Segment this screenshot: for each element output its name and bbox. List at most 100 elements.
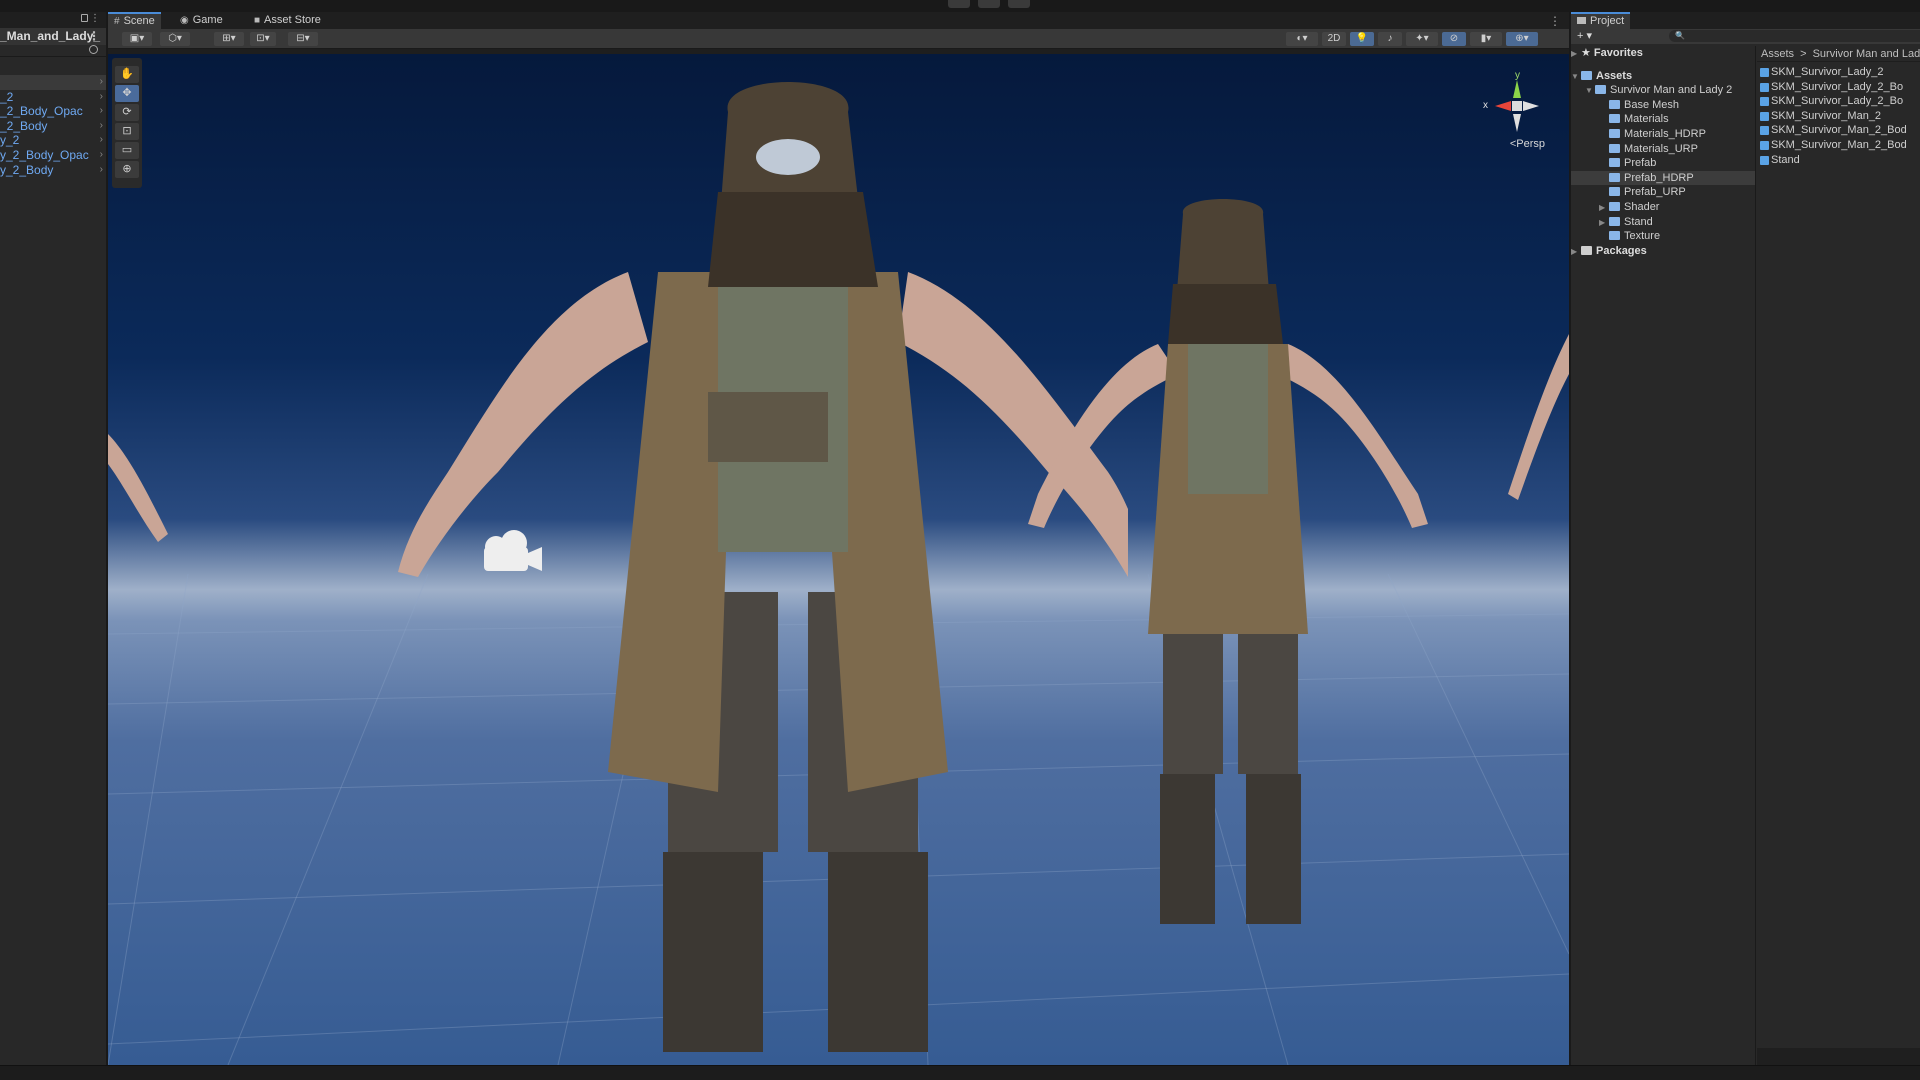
grid-toggle-dropdown[interactable]: ⊟▾ <box>288 32 318 46</box>
chevron-down-icon[interactable]: ▼ <box>1585 84 1595 99</box>
assets-folder[interactable]: ▼ Assets <box>1571 69 1755 84</box>
chevron-right-icon[interactable]: ▶ <box>1599 201 1609 216</box>
breadcrumb-current[interactable]: Survivor Man and Lad <box>1813 48 1920 60</box>
kebab-menu-icon[interactable]: ⋮ <box>90 13 100 24</box>
favorites-item[interactable]: ▶ ★ Favorites <box>1571 46 1755 61</box>
draw-mode-dropdown[interactable]: ▣▾ <box>122 32 152 46</box>
folder-icon <box>1581 70 1592 80</box>
tab-asset-store[interactable]: ■ Asset Store <box>248 12 327 29</box>
audio-toggle-icon[interactable]: ♪ <box>1378 32 1402 46</box>
folder-item[interactable]: Materials <box>1571 112 1755 127</box>
orientation-gizmo[interactable]: y x <box>1481 66 1551 166</box>
folder-item[interactable]: Texture <box>1571 229 1755 244</box>
chevron-right-icon[interactable]: › <box>100 148 103 163</box>
breadcrumb-root[interactable]: Assets <box>1761 48 1794 60</box>
neg-y-axis-cone[interactable] <box>1513 114 1521 132</box>
shading-dropdown[interactable]: ⬡▾ <box>160 32 190 46</box>
folder-item[interactable]: ▶ Shader <box>1571 200 1755 215</box>
asset-item[interactable]: SKM_Survivor_Man_2_Bod <box>1757 138 1920 153</box>
chevron-right-icon[interactable]: › <box>100 119 103 134</box>
pause-button[interactable] <box>978 0 1000 8</box>
hierarchy-search[interactable] <box>0 45 106 57</box>
folder-item[interactable]: ▶ Stand <box>1571 215 1755 230</box>
folder-label: Packages <box>1596 244 1647 257</box>
chevron-down-icon[interactable]: ▼ <box>1571 70 1581 85</box>
tab-scene[interactable]: # Scene <box>108 12 161 29</box>
kebab-menu-icon[interactable]: ⋮ <box>1549 14 1561 28</box>
tab-game[interactable]: ◉ Game <box>174 12 229 29</box>
hand-tool-icon[interactable]: ✋ <box>115 66 139 83</box>
asset-item[interactable]: SKM_Survivor_Lady_2_Bo <box>1757 80 1920 95</box>
render-mode-dropdown[interactable]: ◐▾ <box>1286 32 1318 46</box>
chevron-right-icon[interactable]: › <box>100 163 103 178</box>
projection-label[interactable]: <Persp <box>1510 138 1545 150</box>
scene-viewport[interactable]: ✋ ✥ ⟳ ⊡ ▭ ⊕ y x <Persp <box>108 54 1569 1065</box>
asset-item[interactable]: SKM_Survivor_Lady_2 <box>1757 65 1920 80</box>
asset-item[interactable]: Stand <box>1757 153 1920 168</box>
scale-tool-icon[interactable]: ⊡ <box>115 123 139 140</box>
lock-icon[interactable] <box>81 14 88 22</box>
step-button[interactable] <box>1008 0 1030 8</box>
chevron-right-icon[interactable]: ▶ <box>1599 216 1609 231</box>
toggle-2d-label: 2D <box>1327 33 1341 44</box>
chevron-right-icon[interactable]: › <box>100 90 103 105</box>
folder-icon <box>1609 114 1620 124</box>
chevron-right-icon[interactable]: ▶ <box>1571 47 1581 62</box>
scene-visibility-icon[interactable]: ⊘ <box>1442 32 1466 46</box>
effects-dropdown[interactable]: ✦▾ <box>1406 32 1438 46</box>
y-axis-cone[interactable] <box>1513 80 1521 98</box>
x-axis-cone[interactable] <box>1495 101 1511 111</box>
folder-item[interactable]: Materials_URP <box>1571 142 1755 157</box>
hierarchy-item-label: _2_Body_Opac <box>0 104 83 119</box>
hierarchy-item[interactable]: _2 › <box>0 90 106 105</box>
folder-item[interactable]: Base Mesh <box>1571 98 1755 113</box>
scene-panel: # Scene ◉ Game ■ Asset Store ⋮ ▣▾ ⬡▾ ⊞▾ ⊡▾ … <box>108 12 1569 1065</box>
neg-x-axis-cone[interactable] <box>1523 101 1539 111</box>
search-scene-icon[interactable] <box>89 45 98 54</box>
rotate-tool-icon[interactable]: ⟳ <box>115 104 139 121</box>
hierarchy-item[interactable]: › <box>0 75 106 90</box>
prefab-cube-icon <box>1760 68 1769 77</box>
hierarchy-item[interactable]: y_2_Body_Opac › <box>0 148 106 163</box>
asset-item[interactable]: SKM_Survivor_Man_2_Bod <box>1757 123 1920 138</box>
chevron-right-icon[interactable]: › <box>100 133 103 148</box>
chevron-right-icon[interactable]: › <box>100 75 103 90</box>
search-input[interactable]: 🔍 <box>1669 30 1920 42</box>
folder-item[interactable]: Prefab <box>1571 156 1755 171</box>
chevron-right-icon[interactable]: › <box>100 104 103 119</box>
chevron-right-icon[interactable]: ▶ <box>1571 245 1581 260</box>
play-button[interactable] <box>948 0 970 8</box>
folder-item-selected[interactable]: Prefab_HDRP <box>1571 170 1755 186</box>
asset-item[interactable]: SKM_Survivor_Man_2 <box>1757 109 1920 124</box>
tab-project[interactable]: Project <box>1571 12 1631 29</box>
camera-gizmo-icon[interactable] <box>476 527 546 577</box>
hierarchy-item[interactable]: _2_Body › <box>0 119 106 134</box>
hierarchy-item[interactable]: y_2 › <box>0 133 106 148</box>
camera-settings-dropdown[interactable]: ▮▾ <box>1470 32 1502 46</box>
folder-item[interactable]: Prefab_URP <box>1571 185 1755 200</box>
toggle-2d-button[interactable]: 2D <box>1322 32 1346 46</box>
package-folder[interactable]: ▼ Survivor Man and Lady 2 <box>1571 83 1755 98</box>
hierarchy-item[interactable]: y_2_Body › <box>0 163 106 178</box>
kebab-menu-icon[interactable]: ⋮ <box>88 28 100 45</box>
prefab-cube-icon <box>1760 82 1769 92</box>
hierarchy-item[interactable]: _2_Body_Opac › <box>0 104 106 119</box>
asset-label: SKM_Survivor_Man_2 <box>1771 109 1882 122</box>
asset-item[interactable]: SKM_Survivor_Lady_2_Bo <box>1757 94 1920 109</box>
gizmos-dropdown[interactable]: ⊕▾ <box>1506 32 1538 46</box>
rect-tool-icon[interactable]: ▭ <box>115 142 139 159</box>
prefab-cube-icon <box>1760 140 1769 150</box>
hierarchy-tabbar: ⋮ <box>0 12 106 28</box>
add-asset-button[interactable]: + ▾ <box>1577 29 1592 42</box>
packages-folder[interactable]: ▶ Packages <box>1571 244 1755 259</box>
character-lady[interactable] <box>948 194 1468 934</box>
grid-snap-dropdown[interactable]: ⊞▾ <box>214 32 244 46</box>
increment-snap-dropdown[interactable]: ⊡▾ <box>250 32 276 46</box>
favorites-label: Favorites <box>1593 47 1643 59</box>
folder-item[interactable]: Materials_HDRP <box>1571 127 1755 142</box>
move-tool-icon[interactable]: ✥ <box>115 85 139 102</box>
hierarchy-item-label: _2 <box>0 89 14 104</box>
transform-tool-icon[interactable]: ⊕ <box>115 161 139 178</box>
scene-root-item[interactable]: _Man_and_Lady_ ⋮ <box>0 28 106 45</box>
lighting-toggle-icon[interactable]: 💡 <box>1350 32 1374 46</box>
